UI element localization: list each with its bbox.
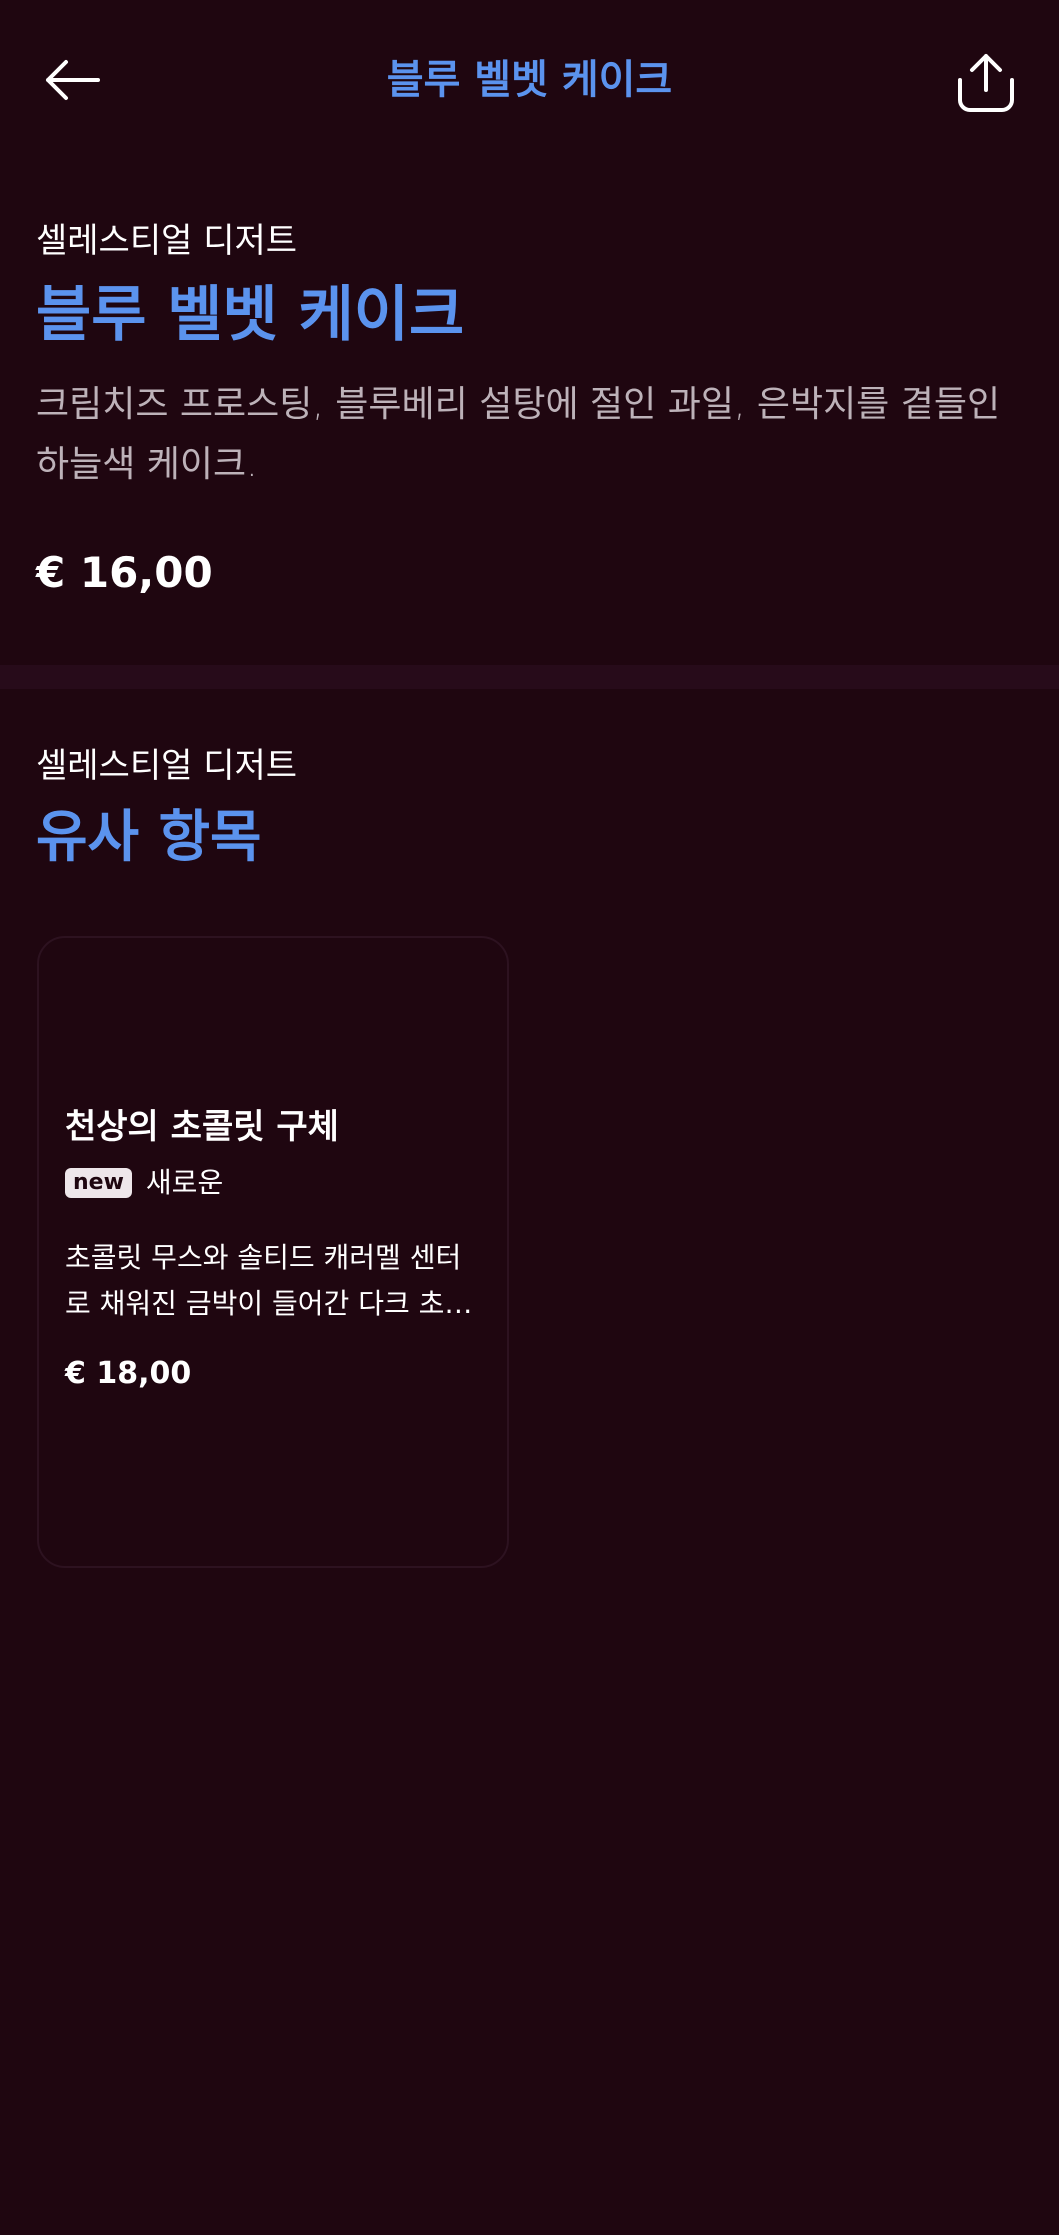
similar-items-section: 셀레스티얼 디저트 유사 항목 [36, 740, 1026, 878]
back-button[interactable] [36, 52, 108, 112]
product-category: 셀레스티얼 디저트 [36, 221, 298, 261]
similar-item-card[interactable]: 천상의 초콜릿 구체 new 새로운 초콜릿 무스와 솔티드 캐러멜 센터로 채… [37, 936, 509, 1568]
card-content: 천상의 초콜릿 구체 new 새로운 초콜릿 무스와 솔티드 캐러멜 센터로 채… [65, 1103, 485, 1397]
similar-category: 셀레스티얼 디저트 [36, 746, 298, 786]
product-detail: 셀레스티얼 디저트 블루 벨벳 케이크 크림치즈 프로스팅, 블루베리 설탕에 … [36, 215, 1026, 603]
page-title: 블루 벨벳 케이크 [386, 57, 673, 103]
card-tag-row: new 새로운 [65, 1163, 485, 1203]
card-price: € 18,00 [65, 1356, 192, 1391]
share-icon [954, 50, 1018, 118]
card-tag: 새로운 [145, 1166, 224, 1199]
similar-title: 유사 항목 [36, 805, 262, 870]
product-price: € 16,00 [36, 548, 213, 597]
new-badge: new [65, 1168, 132, 1198]
section-divider [0, 665, 1059, 689]
card-description: 초콜릿 무스와 솔티드 캐러멜 센터로 채워진 금박이 들어간 다크 초콜릿 구… [65, 1241, 471, 1320]
share-button[interactable] [950, 46, 1022, 122]
product-title: 블루 벨벳 케이크 [36, 280, 465, 350]
top-app-bar: 블루 벨벳 케이크 [0, 0, 1059, 165]
card-title: 천상의 초콜릿 구체 [65, 1107, 339, 1147]
arrow-left-icon [42, 58, 102, 106]
product-description: 크림치즈 프로스팅, 블루베리 설탕에 절인 과일, 은박지를 곁들인 하늘색 … [36, 384, 1001, 485]
